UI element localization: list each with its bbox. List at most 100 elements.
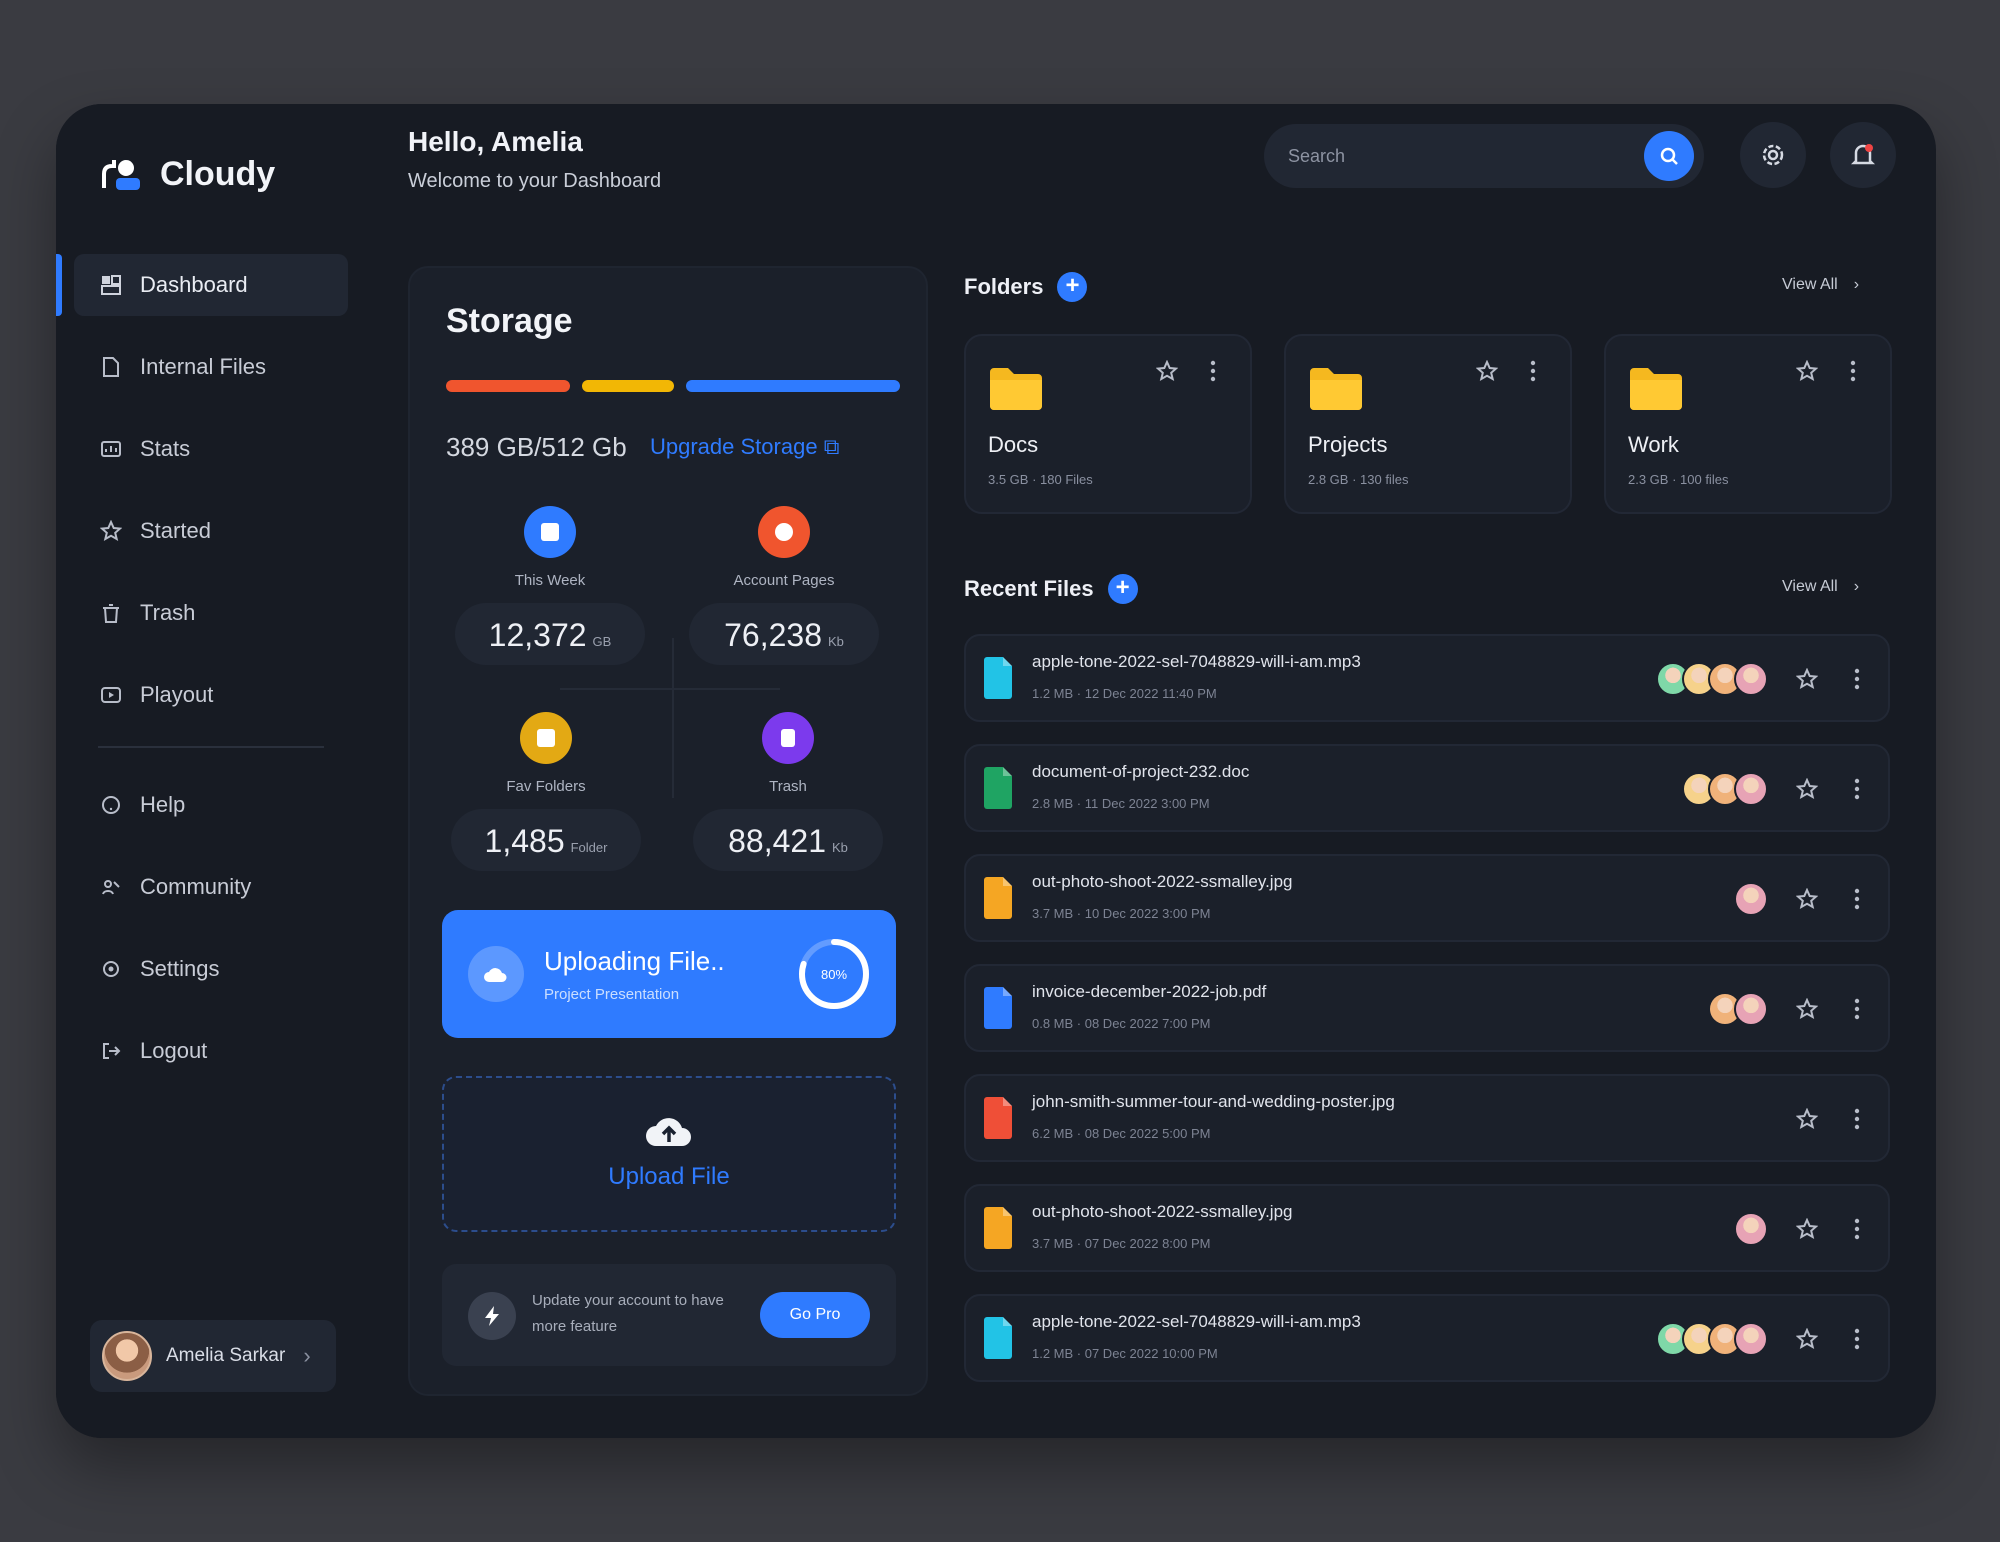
more-vertical-icon[interactable] <box>1852 666 1862 692</box>
more-vertical-icon[interactable] <box>1852 886 1862 912</box>
file-row[interactable]: invoice-december-2022-job.pdf 0.8 MB · 08… <box>964 964 1890 1052</box>
more-vertical-icon[interactable] <box>1208 358 1218 384</box>
recent-files-header: Recent Files + <box>964 574 1138 604</box>
more-vertical-icon[interactable] <box>1852 996 1862 1022</box>
star-icon[interactable] <box>1796 668 1818 690</box>
settings-button[interactable] <box>1740 122 1806 188</box>
greeting-subtitle: Welcome to your Dashboard <box>408 170 662 192</box>
file-meta: 1.2 MB · 07 Dec 2022 10:00 PM <box>1032 1346 1218 1361</box>
folder-meta: 3.5 GB · 180 Files <box>988 472 1093 487</box>
sidebar-item-help[interactable]: Help <box>74 774 348 836</box>
star-icon[interactable] <box>1796 1218 1818 1240</box>
sidebar-nav: Dashboard Internal Files Stats Started T… <box>56 254 348 1102</box>
sidebar-item-playout[interactable]: Playout <box>74 664 348 726</box>
file-type-icon <box>984 987 1012 1029</box>
go-pro-button[interactable]: Go Pro <box>760 1292 870 1338</box>
star-icon[interactable] <box>1796 360 1818 382</box>
view-all-label: View All <box>1782 276 1838 293</box>
file-row[interactable]: apple-tone-2022-sel-7048829-will-i-am.mp… <box>964 634 1890 722</box>
search-input[interactable] <box>1288 145 1618 167</box>
upload-cloud-icon <box>646 1118 691 1146</box>
sidebar-item-dashboard[interactable]: Dashboard <box>56 254 348 316</box>
folders-header: Folders + <box>964 272 1088 302</box>
shared-avatars <box>1656 662 1768 696</box>
search-button[interactable] <box>1644 131 1694 181</box>
file-row[interactable]: document-of-project-232.doc 2.8 MB · 11 D… <box>964 744 1890 832</box>
stat-this-week: This Week 12,372 GB <box>450 506 650 665</box>
trash-icon <box>762 712 814 764</box>
upload-percent: 80% <box>821 967 847 982</box>
folder-icon <box>1630 368 1682 410</box>
more-vertical-icon[interactable] <box>1852 1216 1862 1242</box>
stat-unit: Kb <box>827 634 844 649</box>
user-profile-chip[interactable]: Amelia Sarkar › <box>90 1320 336 1392</box>
sidebar-item-label: Community <box>140 874 252 899</box>
notifications-button[interactable] <box>1830 122 1896 188</box>
star-icon[interactable] <box>1156 360 1178 382</box>
upload-dropzone[interactable]: Upload File <box>442 1076 896 1232</box>
stat-value: 76,238 <box>724 617 822 653</box>
add-file-button[interactable]: + <box>1107 574 1138 604</box>
star-icon[interactable] <box>1796 1108 1818 1130</box>
more-vertical-icon[interactable] <box>1528 358 1538 384</box>
star-icon[interactable] <box>1796 1328 1818 1350</box>
sidebar-item-internal-files[interactable]: Internal Files <box>74 336 348 398</box>
shared-avatars <box>1734 882 1768 916</box>
stat-value: 12,372 <box>488 617 587 653</box>
dashboard-icon <box>101 275 121 295</box>
uploading-filename: Project Presentation <box>544 986 680 1003</box>
settings-icon <box>103 961 119 977</box>
sidebar-item-stats[interactable]: Stats <box>74 418 348 480</box>
sidebar-item-label: Started <box>140 518 211 543</box>
more-vertical-icon[interactable] <box>1852 776 1862 802</box>
star-icon[interactable] <box>1796 998 1818 1020</box>
file-meta: 6.2 MB · 08 Dec 2022 5:00 PM <box>1032 1126 1211 1141</box>
stat-label: Account Pages <box>733 572 835 589</box>
file-name: john-smith-summer-tour-and-wedding-poste… <box>1032 1092 1395 1111</box>
sidebar: Cloudy Dashboard Internal Files Stats St… <box>56 104 368 1438</box>
greeting: Hello, Amelia Welcome to your Dashboard <box>408 126 661 193</box>
stats-divider <box>672 638 674 798</box>
recent-view-all-link[interactable]: View All › <box>1782 578 1859 596</box>
more-vertical-icon[interactable] <box>1848 358 1858 384</box>
sidebar-item-settings[interactable]: Settings <box>74 938 348 1000</box>
star-icon[interactable] <box>1796 888 1818 910</box>
folder-card[interactable]: Docs 3.5 GB · 180 Files <box>964 334 1252 514</box>
sidebar-item-started[interactable]: Started <box>74 500 348 562</box>
star-icon <box>100 520 122 541</box>
file-row[interactable]: apple-tone-2022-sel-7048829-will-i-am.mp… <box>964 1294 1890 1382</box>
sidebar-item-trash[interactable]: Trash <box>74 582 348 644</box>
folders-title: Folders <box>964 274 1044 299</box>
folders-view-all-link[interactable]: View All › <box>1782 276 1859 294</box>
uploading-title: Uploading File.. <box>544 946 725 976</box>
dashboard-window: Cloudy Dashboard Internal Files Stats St… <box>56 104 1936 1438</box>
file-type-icon <box>984 1207 1012 1249</box>
star-icon[interactable] <box>1796 778 1818 800</box>
uploading-card[interactable]: Uploading File.. Project Presentation 80… <box>442 910 896 1038</box>
chevron-right-icon: › <box>303 1343 311 1368</box>
folder-card[interactable]: Work 2.3 GB · 100 files <box>1604 334 1892 514</box>
file-row[interactable]: john-smith-summer-tour-and-wedding-poste… <box>964 1074 1890 1162</box>
trash-icon <box>103 604 119 623</box>
folder-card[interactable]: Projects 2.8 GB · 130 files <box>1284 334 1572 514</box>
folder-meta: 2.3 GB · 100 files <box>1628 472 1729 487</box>
sidebar-item-community[interactable]: Community <box>74 856 348 918</box>
more-vertical-icon[interactable] <box>1852 1106 1862 1132</box>
add-folder-button[interactable]: + <box>1057 272 1088 302</box>
file-name: invoice-december-2022-job.pdf <box>1032 982 1267 1001</box>
sidebar-item-label: Logout <box>140 1038 208 1063</box>
sidebar-item-label: Help <box>140 792 186 817</box>
gear-icon <box>1762 144 1784 166</box>
file-type-icon <box>984 767 1012 809</box>
file-row[interactable]: out-photo-shoot-2022-ssmalley.jpg 3.7 MB … <box>964 1184 1890 1272</box>
more-vertical-icon[interactable] <box>1852 1326 1862 1352</box>
upgrade-storage-link[interactable]: Upgrade Storage ⧉ <box>650 434 839 460</box>
folder-icon <box>1310 368 1362 410</box>
file-row[interactable]: out-photo-shoot-2022-ssmalley.jpg 3.7 MB … <box>964 854 1890 942</box>
sidebar-item-logout[interactable]: Logout <box>74 1020 348 1082</box>
sidebar-item-label: Playout <box>140 682 214 707</box>
stat-label: Fav Folders <box>506 778 586 795</box>
cloud-logo-icon <box>102 160 140 190</box>
star-icon[interactable] <box>1476 360 1498 382</box>
brand[interactable]: Cloudy <box>100 154 275 194</box>
